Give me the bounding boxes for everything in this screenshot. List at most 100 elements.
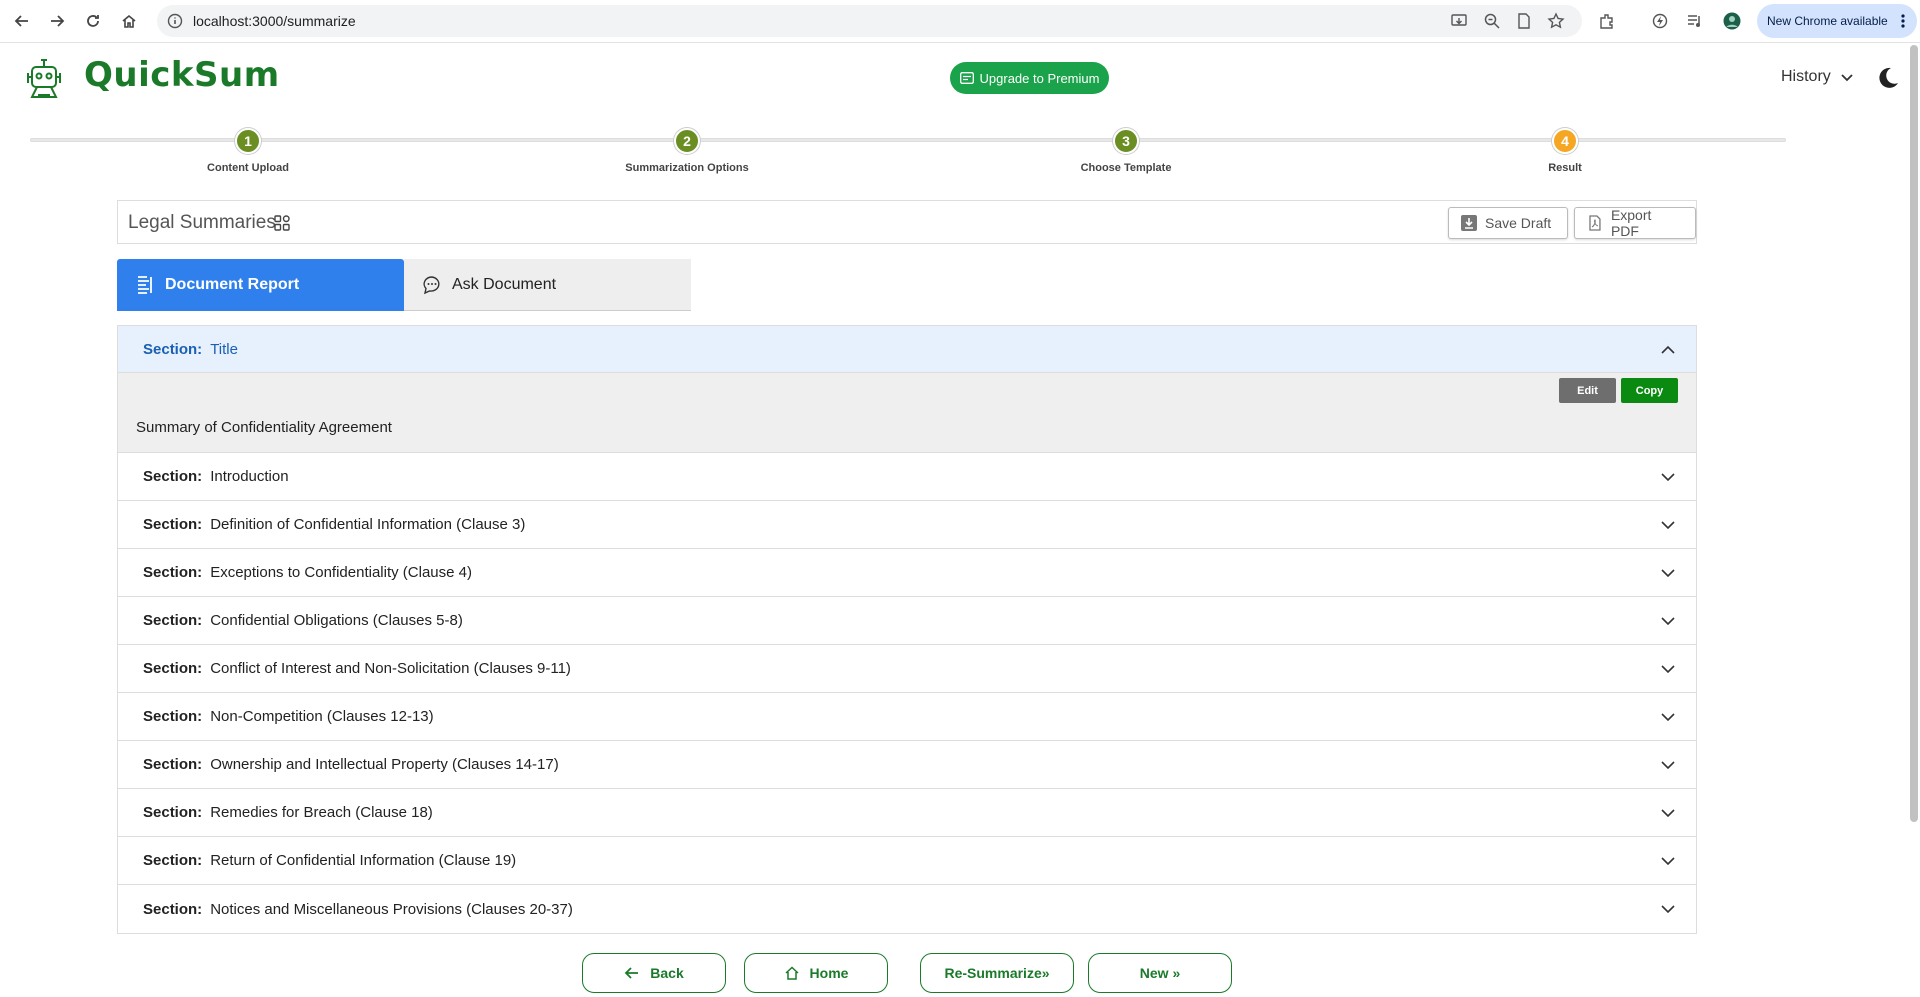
step-number: 1 [235, 128, 261, 154]
chevron-down-icon[interactable] [1660, 853, 1676, 869]
bookmark-star-icon[interactable] [1547, 12, 1565, 30]
summary-toolbar: Legal Summaries Save Draft Export PDF [117, 200, 1697, 244]
chevron-down-icon[interactable] [1660, 805, 1676, 821]
section-header[interactable]: Section: Ownership and Intellectual Prope… [118, 741, 1696, 789]
home-button[interactable]: Home [744, 953, 888, 993]
zoom-icon[interactable] [1483, 12, 1501, 30]
section-prefix: Section: [143, 708, 203, 725]
pdf-file-icon [1589, 215, 1601, 231]
section-name: Introduction [210, 468, 289, 485]
section-header[interactable]: Section: Remedies for Breach (Clause 18) [118, 789, 1696, 837]
section-prefix: Section: [143, 852, 203, 869]
arrow-left-icon [624, 967, 639, 979]
section-title-body: Edit Copy Summary of Confidentiality Agr… [118, 373, 1696, 453]
address-bar[interactable]: localhost:3000/summarize [157, 5, 1582, 37]
chevron-down-icon[interactable] [1660, 709, 1676, 725]
chevron-up-icon[interactable] [1660, 342, 1676, 358]
section-prefix: Section: [143, 660, 203, 677]
section-header[interactable]: Section: Return of Confidential Informati… [118, 837, 1696, 885]
chevron-down-icon[interactable] [1840, 70, 1854, 84]
chevron-down-icon[interactable] [1660, 661, 1676, 677]
tab-bar-filler [691, 259, 1697, 311]
section-title-header[interactable]: Section: Title [118, 326, 1696, 373]
section-name: Notices and Miscellaneous Provisions (Cl… [210, 900, 573, 918]
step-label: Content Upload [207, 162, 289, 174]
section-header[interactable]: Section: Exceptions to Confidentiality (C… [118, 549, 1696, 597]
chevron-down-icon[interactable] [1660, 901, 1676, 917]
more-menu-icon[interactable] [1901, 13, 1905, 29]
resummarize-button[interactable]: Re-Summarize» [920, 953, 1074, 993]
export-pdf-button[interactable]: Export PDF [1574, 207, 1696, 239]
section-content: Summary of Confidentiality Agreement [136, 419, 392, 436]
step-number: 4 [1552, 128, 1578, 154]
download-icon [1461, 215, 1477, 231]
forward-arrow-icon[interactable] [46, 10, 68, 32]
section-prefix: Section: [143, 340, 203, 358]
media-controls-icon[interactable] [1686, 12, 1704, 30]
back-arrow-icon[interactable] [11, 10, 33, 32]
chrome-update-label: New Chrome available [1767, 14, 1888, 28]
chevron-down-icon[interactable] [1660, 613, 1676, 629]
copy-button[interactable]: Copy [1621, 378, 1678, 403]
reload-icon[interactable] [82, 10, 104, 32]
home-icon[interactable] [118, 10, 140, 32]
section-prefix: Section: [143, 468, 203, 485]
edit-button[interactable]: Edit [1559, 378, 1616, 403]
install-app-icon[interactable] [1450, 12, 1468, 30]
chevron-down-icon[interactable] [1660, 517, 1676, 533]
browser-toolbar: localhost:3000/summarize New Chrome avai… [0, 0, 1920, 43]
section-prefix: Section: [143, 756, 203, 773]
step-label: Summarization Options [625, 162, 749, 174]
page-scrollbar[interactable] [1910, 45, 1918, 822]
app-logo-text[interactable]: QuickSum [84, 55, 280, 95]
page-icon[interactable] [1515, 12, 1533, 30]
step-choose-template: 3 Choose Template [1026, 128, 1226, 174]
section-name: Confidential Obligations (Clauses 5-8) [210, 612, 463, 629]
section-prefix: Section: [143, 516, 203, 533]
section-header[interactable]: Section: Definition of Confidential Infor… [118, 501, 1696, 549]
save-draft-button[interactable]: Save Draft [1448, 207, 1568, 239]
section-header[interactable]: Section: Introduction [118, 453, 1696, 501]
dark-mode-moon-icon[interactable] [1876, 66, 1900, 90]
section-header[interactable]: Section: Confidential Obligations (Clause… [118, 597, 1696, 645]
performance-icon[interactable] [1651, 12, 1669, 30]
template-grid-icon[interactable] [274, 215, 290, 231]
history-dropdown[interactable]: History [1781, 68, 1831, 86]
home-icon [785, 966, 799, 980]
quicksum-logo-icon[interactable] [20, 55, 68, 103]
section-name: Exceptions to Confidentiality (Clause 4) [210, 564, 472, 581]
section-header[interactable]: Section: Notices and Miscellaneous Provis… [118, 885, 1696, 933]
profile-avatar-icon[interactable] [1723, 12, 1741, 30]
new-button[interactable]: New » [1088, 953, 1232, 993]
chevron-down-icon[interactable] [1660, 565, 1676, 581]
tab-ask-document[interactable]: Ask Document [404, 259, 691, 311]
step-summarization-options: 2 Summarization Options [587, 128, 787, 174]
card-icon [959, 72, 974, 84]
report-icon [138, 276, 152, 294]
section-prefix: Section: [143, 564, 203, 581]
back-label: Back [650, 965, 684, 981]
url-text[interactable]: localhost:3000/summarize [193, 13, 356, 29]
home-label: Home [809, 965, 849, 981]
chevron-down-icon[interactable] [1660, 469, 1676, 485]
chevron-down-icon[interactable] [1660, 757, 1676, 773]
section-header[interactable]: Section: Conflict of Interest and Non-Sol… [118, 645, 1696, 693]
step-label: Result [1548, 162, 1582, 174]
extensions-icon[interactable] [1598, 12, 1616, 30]
chrome-update-button[interactable]: New Chrome available [1757, 4, 1917, 38]
back-button[interactable]: Back [582, 953, 726, 993]
tab-document-report[interactable]: Document Report [117, 259, 404, 311]
upgrade-premium-label: Upgrade to Premium [979, 70, 1100, 86]
section-header[interactable]: Section: Non-Competition (Clauses 12-13) [118, 693, 1696, 741]
section-name: Non-Competition (Clauses 12-13) [210, 708, 434, 725]
new-label: New » [1139, 965, 1181, 981]
template-title: Legal Summaries [128, 212, 276, 233]
upgrade-premium-button[interactable]: Upgrade to Premium [950, 62, 1109, 94]
section-prefix: Section: [143, 612, 203, 629]
save-draft-label: Save Draft [1485, 215, 1552, 231]
section-name: Definition of Confidential Information (… [210, 516, 526, 533]
tab-ask-document-label: Ask Document [452, 275, 557, 293]
site-info-icon[interactable] [167, 13, 183, 29]
section-name: Return of Confidential Information (Clau… [210, 852, 517, 869]
export-pdf-label: Export PDF [1610, 207, 1652, 239]
